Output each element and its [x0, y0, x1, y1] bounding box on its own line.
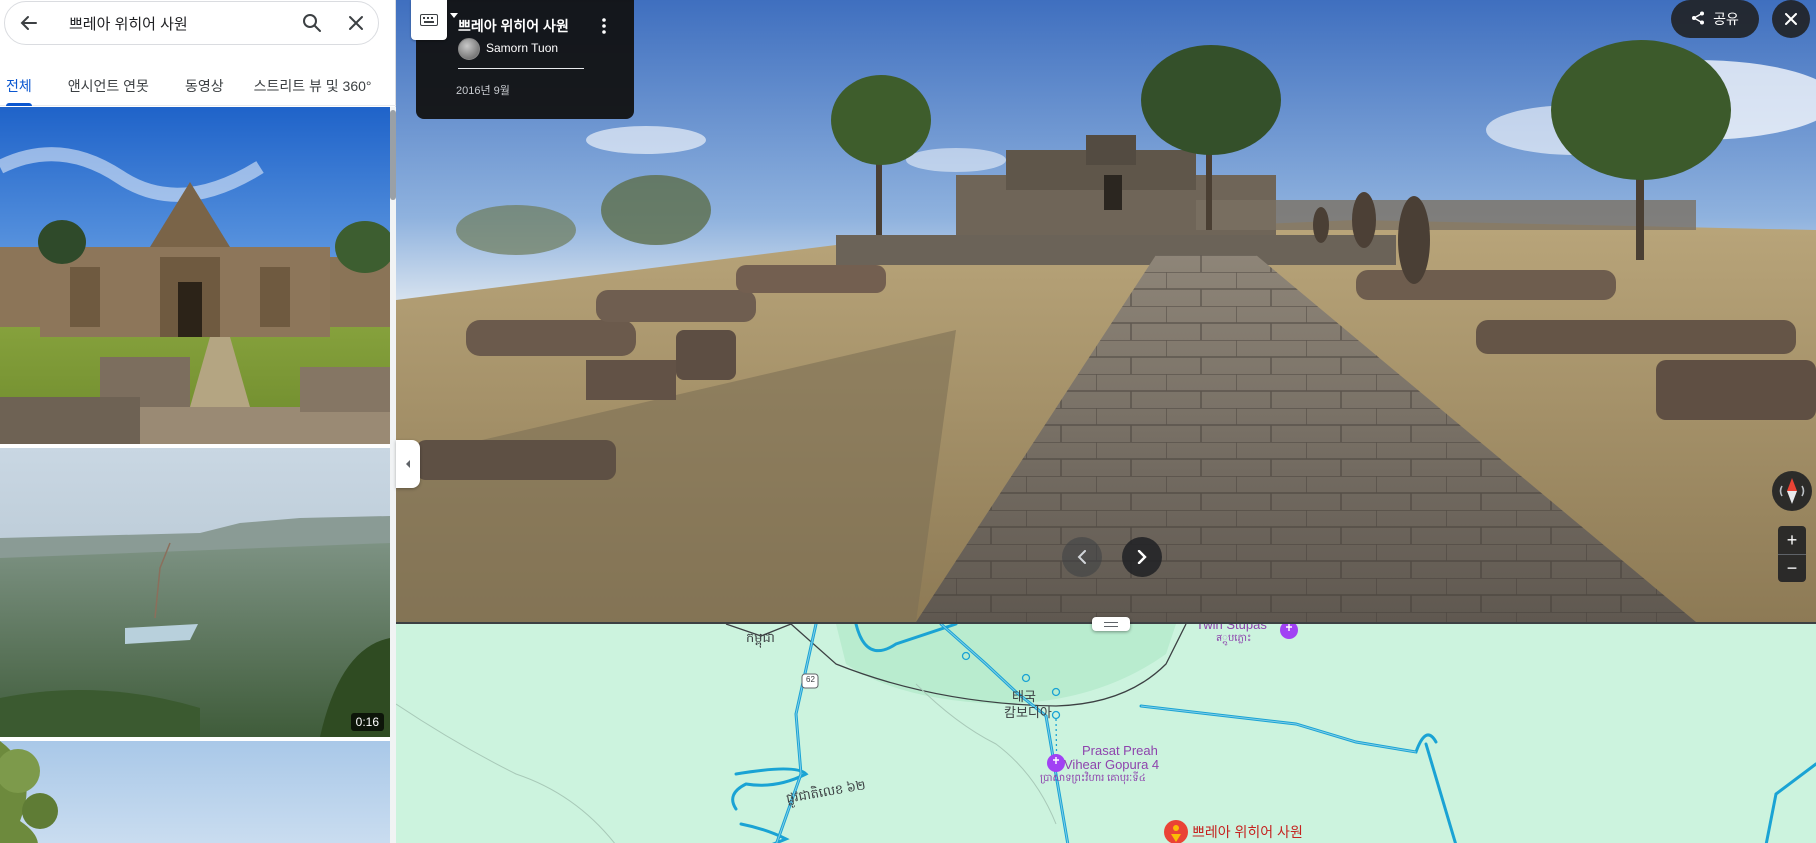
map-label-top-khmer: កម្ពុជា: [746, 630, 775, 645]
map-label-cambodia: 캄보디아: [1004, 705, 1052, 720]
zoom-out-button[interactable]: −: [1778, 554, 1806, 582]
arrow-left-icon[interactable]: [5, 1, 53, 45]
video-duration: 0:16: [350, 713, 384, 731]
keyboard-icon[interactable]: [411, 0, 447, 40]
tab-ancient-pond[interactable]: 앤시언트 연못: [68, 62, 149, 106]
share-icon: [1691, 11, 1705, 28]
photo-thumbnail[interactable]: [0, 741, 390, 843]
photo-date: 2016년 9월: [456, 85, 510, 97]
compass-icon[interactable]: [1772, 471, 1812, 511]
photo-list: 0:16: [0, 107, 390, 843]
next-photo-button[interactable]: [1122, 537, 1162, 577]
collapse-panel-button[interactable]: [396, 440, 420, 488]
map-label-temple[interactable]: 쁘레아 위히어 사원: [1192, 822, 1303, 842]
zoom-control: + −: [1778, 526, 1806, 582]
close-icon[interactable]: [334, 1, 378, 45]
share-button[interactable]: 공유: [1671, 0, 1759, 38]
zoom-in-button[interactable]: +: [1778, 526, 1806, 554]
photo-author[interactable]: Samorn Tuon: [486, 41, 558, 55]
avatar[interactable]: [458, 38, 480, 60]
mini-map[interactable]: 62 កម្ពុជា Twin Stupas ส្តូបភ្លោះ 태국 캄보디…: [396, 622, 1816, 843]
video-thumbnail[interactable]: 0:16: [0, 448, 390, 737]
photo-thumbnail[interactable]: [0, 107, 390, 444]
previous-photo-button[interactable]: [1062, 537, 1102, 577]
more-options-icon[interactable]: [592, 14, 616, 38]
tab-videos[interactable]: 동영상: [185, 62, 224, 106]
share-label: 공유: [1713, 11, 1739, 27]
chevron-down-icon[interactable]: [447, 6, 461, 26]
filter-tabs: 전체 앤시언트 연못 동영상 스트리트 뷰 및 360°: [0, 62, 396, 106]
search-icon[interactable]: [290, 1, 334, 45]
divider: [458, 68, 584, 69]
resize-handle[interactable]: [1092, 617, 1130, 631]
photo-place-title[interactable]: 쁘레아 위히어 사원: [458, 16, 569, 36]
map-label-gopura-line2[interactable]: Vihear Gopura 4: [1064, 758, 1159, 771]
search-input[interactable]: [53, 14, 290, 32]
search-bar: [4, 1, 379, 45]
photo-panel: 전체 앤시언트 연못 동영상 스트리트 뷰 및 360°: [0, 0, 396, 843]
road-shield-62: 62: [806, 675, 815, 684]
map-label-gopura-line1[interactable]: Prasat Preah: [1082, 744, 1158, 757]
app-root: 전체 앤시언트 연못 동영상 스트리트 뷰 및 360°: [0, 0, 1816, 843]
map-label-gopura-khmer: ប្រាសាទព្រះវិហារ គោបុរៈទី៤: [1040, 773, 1146, 784]
close-icon[interactable]: [1772, 0, 1810, 38]
map-label-twin-stupas[interactable]: Twin Stupas: [1196, 624, 1267, 631]
tab-all[interactable]: 전체: [6, 62, 32, 106]
map-label-twin-stupas-sub: ส្តូបភ្លោះ: [1216, 633, 1252, 644]
tab-street-view-360[interactable]: 스트리트 뷰 및 360°: [254, 62, 372, 106]
